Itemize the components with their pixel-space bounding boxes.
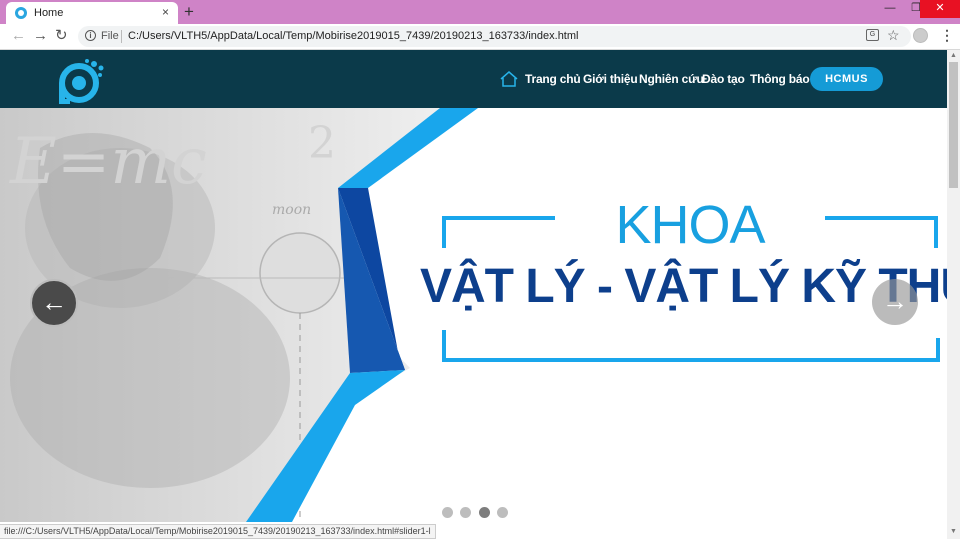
page-scrollbar[interactable]: ▲ ▼	[947, 50, 960, 539]
slide-heading-khoa: KHOA	[615, 195, 765, 255]
slider-dot-2[interactable]	[460, 507, 471, 518]
minimize-icon[interactable]: —	[876, 0, 904, 18]
address-separator	[121, 30, 122, 43]
tab-close-icon[interactable]: ×	[162, 5, 169, 19]
nav-item-gioi-thieu[interactable]: Giới thiệu	[583, 72, 638, 86]
forward-icon[interactable]: →	[33, 27, 48, 45]
site-navbar: Trang chủ Giới thiệu Nghiên cứu Đào tạo …	[0, 50, 947, 108]
slider-prev-button[interactable]: ←	[30, 279, 78, 327]
file-label: File	[101, 30, 119, 42]
browser-tab[interactable]: Home ×	[6, 2, 178, 24]
scroll-thumb[interactable]	[949, 62, 958, 188]
translate-icon[interactable]: G	[866, 29, 879, 41]
scroll-down-icon[interactable]: ▼	[950, 528, 957, 535]
home-icon[interactable]	[500, 71, 518, 87]
browser-tab-strip: Home × + — ❐ ✕	[0, 0, 960, 24]
scroll-up-icon[interactable]: ▲	[950, 52, 957, 59]
svg-text:moon: moon	[272, 202, 311, 218]
slider-next-button[interactable]: →	[872, 279, 918, 325]
slider-dot-4[interactable]	[497, 507, 508, 518]
back-icon[interactable]: ←	[11, 27, 26, 45]
bookmark-star-icon[interactable]: ☆	[887, 27, 900, 44]
url-text[interactable]: C:/Users/VLTH5/AppData/Local/Temp/Mobiri…	[128, 30, 578, 42]
info-icon[interactable]: i	[85, 30, 96, 41]
slider-dot-1[interactable]	[442, 507, 453, 518]
profile-avatar-icon[interactable]	[913, 28, 928, 43]
nav-item-dao-tao[interactable]: Đào tạo	[702, 72, 745, 86]
nav-item-trang-chu[interactable]: Trang chủ	[525, 72, 581, 86]
new-tab-icon[interactable]: +	[184, 2, 194, 22]
nav-item-nghien-cuu[interactable]: Nghiên cứu	[639, 72, 704, 86]
nav-item-thong-bao[interactable]: Thông báo	[750, 72, 810, 86]
status-url-bubble: file:///C:/Users/VLTH5/AppData/Local/Tem…	[0, 524, 436, 539]
reload-icon[interactable]: ↻	[55, 27, 68, 45]
svg-text:E=mc: E=mc	[9, 125, 207, 199]
hero-slider: E=mc 2 moon KHOA VẬT LÝ - VẬT LÝ KỸ THUẬ…	[0, 108, 947, 522]
slide-background-art: E=mc 2 moon	[0, 108, 940, 522]
slider-dot-3[interactable]	[479, 507, 490, 518]
slide-heading-department: VẬT LÝ - VẬT LÝ KỸ THUẬT	[420, 260, 947, 313]
browser-toolbar: ← → ↻ i File C:/Users/VLTH5/AppData/Loca…	[0, 24, 960, 50]
favicon-icon	[15, 7, 27, 19]
browser-menu-icon[interactable]: ⋮	[940, 27, 954, 44]
hcmus-button[interactable]: HCMUS	[810, 67, 883, 91]
site-logo-icon[interactable]	[56, 58, 106, 104]
close-window-icon[interactable]: ✕	[920, 0, 960, 18]
tab-title: Home	[34, 7, 64, 19]
address-bar[interactable]: i File C:/Users/VLTH5/AppData/Local/Temp…	[78, 26, 911, 47]
svg-text:2: 2	[308, 118, 336, 169]
